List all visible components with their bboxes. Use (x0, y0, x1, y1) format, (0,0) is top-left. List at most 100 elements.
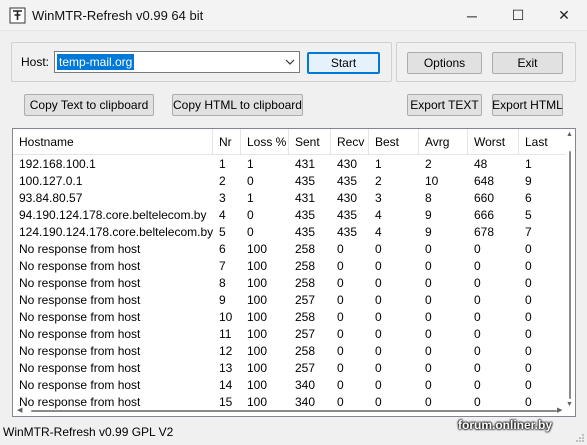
minimize-button[interactable]: ─ (449, 0, 495, 31)
table-cell: 8 (219, 276, 226, 290)
table-cell: 48 (474, 157, 488, 171)
column-header[interactable]: Hostname (13, 129, 213, 155)
table-cell: 9 (425, 225, 432, 239)
table-cell: 3 (375, 191, 382, 205)
options-button[interactable]: Options (407, 52, 482, 74)
table-cell: 0 (337, 242, 344, 256)
table-cell: 0 (474, 327, 481, 341)
table-cell: No response from host (19, 378, 141, 392)
table-cell: 4 (375, 225, 382, 239)
table-row[interactable]: 192.168.100.1 1 1 431 430 1 2 48 1 (13, 156, 567, 173)
results-table[interactable]: Hostname Nr Loss % Sent Recv Best Avrg Worst Las… (12, 128, 576, 417)
close-icon: ✕ (558, 7, 570, 23)
exit-button[interactable]: Exit (492, 52, 563, 74)
table-cell: 660 (474, 191, 495, 205)
table-cell: 431 (295, 191, 316, 205)
copy-text-button[interactable]: Copy Text to clipboard (24, 94, 154, 116)
table-row[interactable]: No response from host 11 100 257 0 0 0 0 0 (13, 326, 567, 343)
table-cell: 0 (525, 327, 532, 341)
column-header[interactable]: Recv (331, 129, 369, 155)
table-row[interactable]: 100.127.0.1 2 0 435 435 2 10 648 9 (13, 173, 567, 190)
table-cell: 192.168.100.1 (19, 157, 96, 171)
table-cell: 0 (474, 293, 481, 307)
table-cell: 5 (219, 225, 226, 239)
table-row[interactable]: No response from host 10 100 258 0 0 0 0 0 (13, 309, 567, 326)
table-cell: 0 (375, 344, 382, 358)
table-cell: 0 (525, 259, 532, 273)
vertical-scroll-thumb[interactable] (569, 151, 571, 399)
table-cell: 1 (219, 157, 226, 171)
table-cell: 100 (247, 378, 268, 392)
table-cell: 1 (247, 191, 254, 205)
table-cell: 0 (375, 310, 382, 324)
scroll-right-icon[interactable]: ▶ (557, 406, 562, 414)
table-cell: 258 (295, 310, 316, 324)
table-row[interactable]: 94.190.124.178.core.beltelecom.by 4 0 435 43… (13, 207, 567, 224)
table-row[interactable]: No response from host 8 100 258 0 0 0 0 0 (13, 275, 567, 292)
table-cell: 0 (474, 259, 481, 273)
chevron-down-icon[interactable] (283, 54, 297, 70)
table-row[interactable]: No response from host 14 100 340 0 0 0 0 0 (13, 377, 567, 394)
table-cell: 435 (295, 225, 316, 239)
export-html-button[interactable]: Export HTML (492, 94, 563, 116)
table-cell: 0 (337, 378, 344, 392)
table-cell: 0 (337, 344, 344, 358)
scroll-down-icon[interactable]: ▼ (566, 401, 573, 408)
scroll-up-icon[interactable]: ▲ (566, 131, 573, 138)
column-header[interactable]: Avrg (419, 129, 468, 155)
maximize-button[interactable]: ☐ (495, 0, 541, 31)
table-cell: 666 (474, 208, 495, 222)
table-cell: 1 (525, 157, 532, 171)
vertical-scrollbar[interactable]: ▲ ▼ (565, 129, 575, 416)
table-row[interactable]: 124.190.124.178.core.beltelecom.by 5 0 435 4… (13, 224, 567, 241)
table-row[interactable]: No response from host 6 100 258 0 0 0 0 0 (13, 241, 567, 258)
table-cell: 100 (247, 242, 268, 256)
table-cell: 0 (425, 327, 432, 341)
table-cell: 0 (525, 242, 532, 256)
table-cell: 0 (525, 344, 532, 358)
table-cell: 12 (219, 344, 233, 358)
host-input[interactable]: temp-mail.org (57, 54, 135, 70)
column-header[interactable]: Last (519, 129, 567, 155)
table-header: Hostname Nr Loss % Sent Recv Best Avrg Worst Las… (13, 129, 567, 155)
table-cell: 431 (295, 157, 316, 171)
table-row[interactable]: No response from host 7 100 258 0 0 0 0 0 (13, 258, 567, 275)
horizontal-scrollbar[interactable]: ◀ ▶ (13, 406, 567, 416)
table-cell: 258 (295, 344, 316, 358)
column-header[interactable]: Loss % (241, 129, 289, 155)
export-text-button[interactable]: Export TEXT (407, 94, 482, 116)
table-row[interactable]: 93.84.80.57 3 1 431 430 3 8 660 6 (13, 190, 567, 207)
table-cell: 2 (375, 174, 382, 188)
start-button[interactable]: Start (307, 52, 380, 74)
table-row[interactable]: No response from host 9 100 257 0 0 0 0 0 (13, 292, 567, 309)
table-cell: 2 (219, 174, 226, 188)
table-cell: 0 (425, 293, 432, 307)
table-cell: 257 (295, 361, 316, 375)
table-cell: 0 (375, 378, 382, 392)
table-cell: No response from host (19, 361, 141, 375)
scroll-left-icon[interactable]: ◀ (17, 406, 22, 414)
table-cell: 0 (474, 361, 481, 375)
table-cell: 0 (474, 310, 481, 324)
table-row[interactable]: No response from host 13 100 257 0 0 0 0 0 (13, 360, 567, 377)
table-cell: 10 (219, 310, 233, 324)
host-combobox[interactable]: temp-mail.org (54, 51, 300, 73)
table-cell: No response from host (19, 327, 141, 341)
table-cell: 9 (219, 293, 226, 307)
horizontal-scroll-thumb[interactable] (31, 410, 557, 412)
table-row[interactable]: No response from host 12 100 258 0 0 0 0 0 (13, 343, 567, 360)
table-cell: 1 (375, 157, 382, 171)
table-cell: 435 (295, 208, 316, 222)
column-header[interactable]: Best (369, 129, 419, 155)
column-header[interactable]: Nr (213, 129, 241, 155)
table-cell: 9 (525, 174, 532, 188)
table-cell: 0 (247, 174, 254, 188)
table-cell: 435 (295, 174, 316, 188)
close-button[interactable]: ✕ (541, 0, 587, 31)
table-cell: 0 (337, 276, 344, 290)
column-header[interactable]: Sent (289, 129, 331, 155)
column-header[interactable]: Worst (468, 129, 519, 155)
table-cell: 340 (295, 378, 316, 392)
copy-html-button[interactable]: Copy HTML to clipboard (172, 94, 303, 116)
resize-grip-icon[interactable] (575, 433, 585, 443)
